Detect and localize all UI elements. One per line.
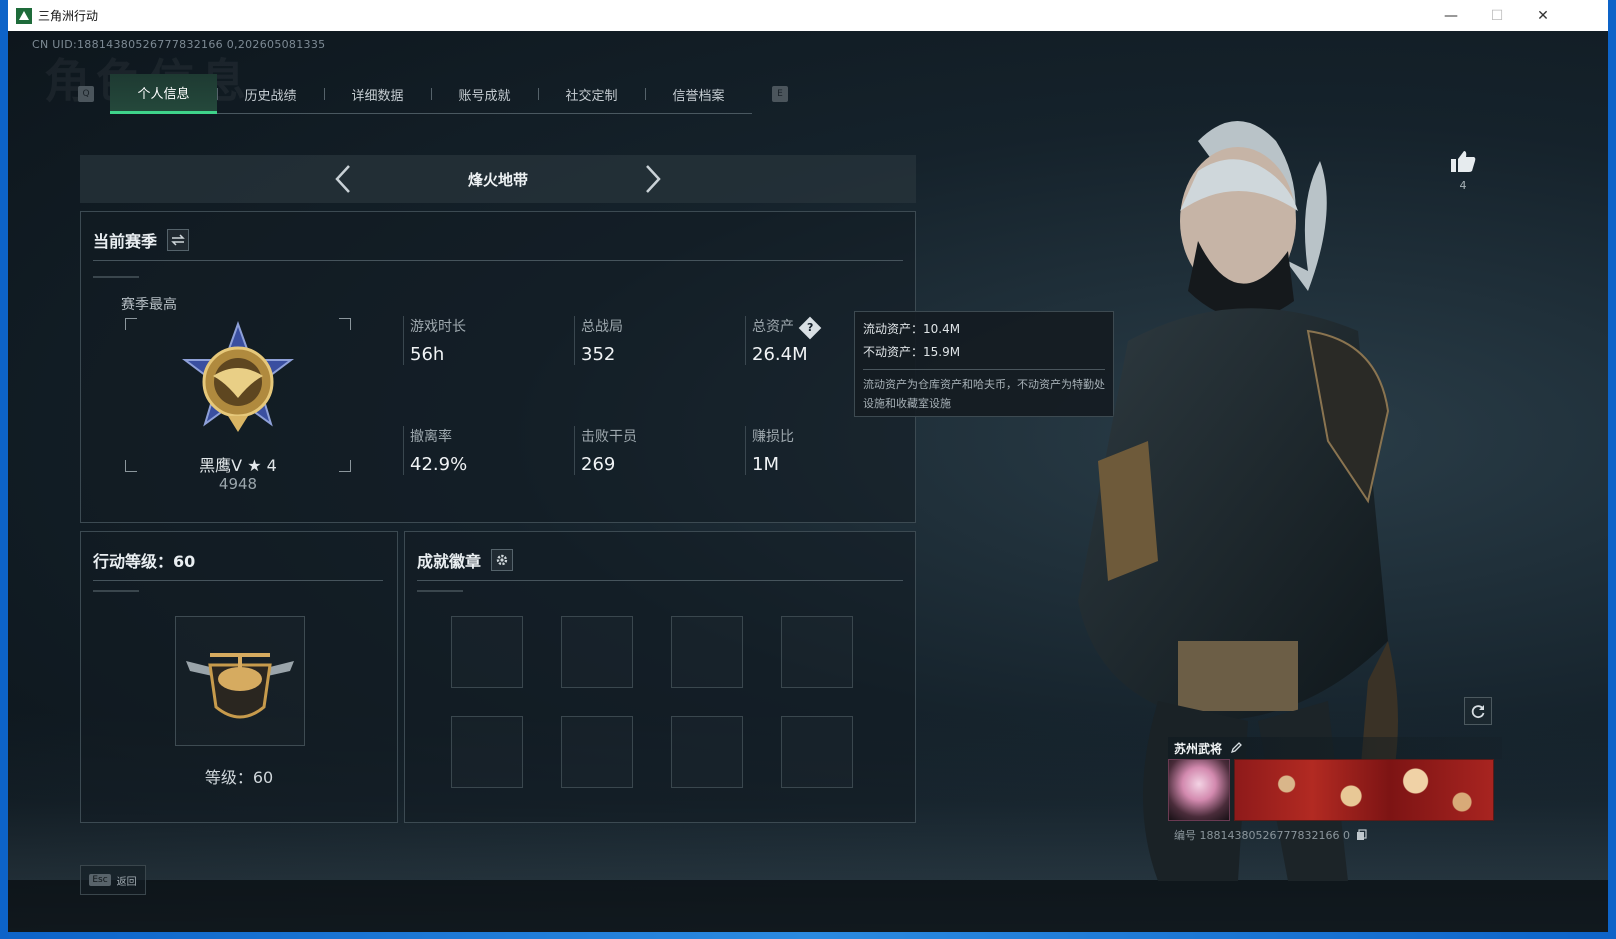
season-header: 当前赛季: [93, 228, 190, 252]
help-icon[interactable]: ?: [799, 316, 822, 340]
mode-selector: 烽火地带: [80, 155, 916, 203]
achievements-header: 成就徽章: [417, 548, 514, 572]
game-viewport: 角色信息 CN UID:18814380526777832166 0,20260…: [8, 31, 1608, 932]
season-panel: 当前赛季 赛季最高 黑鹰V ★ 4 4948 游戏时长 56h 总战局 352 …: [80, 211, 916, 523]
swap-icon: [171, 234, 185, 246]
stat-play-time: 游戏时长 56h: [403, 316, 466, 365]
badge-slot[interactable]: [671, 716, 743, 788]
stat-value: 42.9%: [410, 454, 468, 475]
key-hint-q: Q: [78, 86, 94, 102]
season-switch-button[interactable]: [167, 229, 190, 251]
refresh-button[interactable]: [1464, 697, 1492, 725]
stat-label: 总资产 ?: [752, 316, 822, 340]
level-title: 行动等级：60: [93, 552, 196, 571]
stat-value: 56h: [410, 344, 445, 365]
badge-slot[interactable]: [451, 616, 523, 688]
season-mini-bar: [93, 276, 139, 278]
stat-label: 击败干员: [581, 429, 637, 445]
badge-slot[interactable]: [671, 616, 743, 688]
achievements-panel: 成就徽章: [404, 531, 916, 823]
esc-key-hint: Esc: [89, 874, 111, 886]
rank-emblem-icon: [182, 321, 294, 432]
stat-label: 游戏时长: [410, 319, 466, 335]
window-title: 三角洲行动: [38, 9, 99, 23]
close-button[interactable]: ✕: [1520, 0, 1566, 31]
tab-bar: Q 个人信息 历史战绩 详细数据 账号成就 社交定制 信誉档案 E: [78, 74, 788, 114]
badge-slot[interactable]: [561, 616, 633, 688]
maximize-button[interactable]: ☐: [1474, 0, 1520, 31]
stat-value: 1M: [752, 454, 779, 475]
chevron-right-icon: [646, 165, 661, 193]
season-divider: [93, 260, 903, 261]
achievements-divider: [417, 580, 903, 581]
level-panel: 行动等级：60 等级：60: [80, 531, 398, 823]
key-hint-e: E: [772, 86, 788, 102]
level-header: 行动等级：60: [93, 548, 195, 572]
level-label: 等级：60: [204, 768, 274, 787]
stat-total-assets: 总资产 ? 26.4M: [745, 316, 822, 365]
thumbs-up-icon: [1451, 151, 1476, 172]
tab-strip: 个人信息 历史战绩 详细数据 账号成就 社交定制 信誉档案: [110, 74, 752, 114]
like-count: 4: [1459, 179, 1467, 192]
stat-label: 撤离率: [410, 429, 452, 445]
profile-banner[interactable]: [1234, 759, 1494, 821]
stat-label-text: 总资产: [752, 319, 794, 335]
stat-extraction-rate: 撤离率 42.9%: [403, 426, 467, 475]
tab-personal-info[interactable]: 个人信息: [110, 74, 217, 114]
badge-slot[interactable]: [561, 716, 633, 788]
back-button[interactable]: Esc 返回: [80, 865, 146, 895]
achievements-mini-bar: [417, 590, 463, 592]
back-label: 返回: [116, 876, 137, 888]
refresh-icon: [1471, 705, 1485, 719]
bracket-tl: [125, 318, 137, 330]
player-name: 苏州武将: [1174, 741, 1223, 756]
edit-icon[interactable]: [1230, 742, 1242, 754]
player-id: 编号 18814380526777832166 0: [1174, 829, 1350, 842]
helicopter-emblem-icon: [186, 653, 294, 719]
game-window: 三角洲行动 — ☐ ✕ 角色信息 CN UID:1881438052677783…: [8, 0, 1608, 932]
mode-title: 烽火地带: [467, 170, 528, 189]
stat-label: 总战局: [581, 319, 623, 335]
bracket-tr: [339, 318, 351, 330]
badge-slot[interactable]: [781, 716, 853, 788]
achievements-title: 成就徽章: [417, 552, 482, 571]
title-bar: 三角洲行动 — ☐ ✕: [8, 0, 1608, 31]
stat-value: 26.4M: [752, 344, 808, 365]
player-card: 苏州武将 编号 18814380526777832166 0: [1168, 737, 1502, 843]
app-logo-icon: [16, 7, 32, 24]
tab-history[interactable]: 历史战绩: [217, 74, 324, 114]
like-widget[interactable]: 4: [1448, 149, 1478, 192]
badge-slot[interactable]: [781, 616, 853, 688]
stat-value: 269: [581, 454, 616, 475]
stat-total-matches: 总战局 352: [574, 316, 623, 365]
tab-detailed-data[interactable]: 详细数据: [324, 74, 431, 114]
copy-icon[interactable]: [1356, 829, 1367, 841]
minimize-button[interactable]: —: [1428, 0, 1474, 31]
tab-credit-record[interactable]: 信誉档案: [645, 74, 752, 114]
player-id-row: 编号 18814380526777832166 0: [1174, 827, 1367, 843]
tab-achievements[interactable]: 账号成就: [431, 74, 538, 114]
gear-icon: [496, 554, 508, 566]
level-divider: [93, 580, 383, 581]
rank-score: 4948: [218, 475, 258, 493]
player-name-bar: 苏州武将: [1168, 737, 1502, 759]
season-best-label: 赛季最高: [121, 297, 177, 313]
level-emblem-frame: [175, 616, 305, 746]
prev-mode-button[interactable]: [313, 155, 373, 203]
level-mini-bar: [93, 590, 139, 592]
avatar[interactable]: [1168, 759, 1230, 821]
badge-slot[interactable]: [451, 716, 523, 788]
uid-text: CN UID:18814380526777832166 0,2026050813…: [32, 38, 326, 51]
achievements-settings-button[interactable]: [491, 549, 514, 571]
stat-profit-ratio: 赚损比 1M: [745, 426, 794, 475]
next-mode-button[interactable]: [623, 155, 683, 203]
season-title: 当前赛季: [93, 232, 158, 251]
tab-social[interactable]: 社交定制: [538, 74, 645, 114]
stat-label: 赚损比: [752, 429, 794, 445]
chevron-left-icon: [335, 165, 350, 193]
stat-kills: 击败干员 269: [574, 426, 637, 475]
rank-name: 黑鹰V ★ 4: [199, 456, 277, 475]
stat-value: 352: [581, 344, 616, 365]
